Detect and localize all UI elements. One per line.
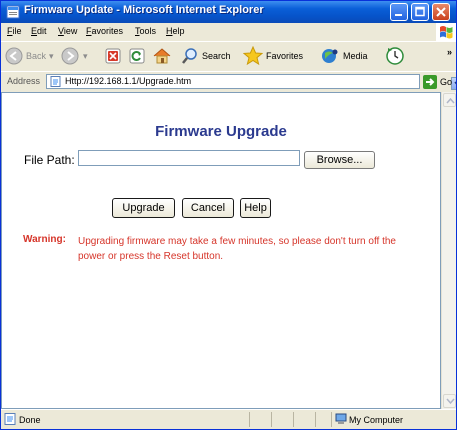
menu-edit[interactable]: Edit xyxy=(31,26,47,36)
forward-dropdown-icon[interactable]: ▾ xyxy=(83,51,88,62)
page-content: Firmware Upgrade File Path: Browse... Up… xyxy=(1,92,441,409)
menu-help[interactable]: Help xyxy=(166,26,185,36)
cancel-button[interactable]: Cancel xyxy=(182,198,234,218)
status-bar: Done My Computer xyxy=(1,409,456,429)
status-divider xyxy=(293,412,294,427)
address-value[interactable]: Http://192.168.1.1/Upgrade.htm xyxy=(65,76,191,86)
standard-toolbar: Back ▾ ▾ Search Favorites Media » xyxy=(1,41,456,71)
history-button[interactable] xyxy=(385,46,405,66)
toolbar-overflow-icon[interactable]: » xyxy=(447,47,452,57)
status-text: Done xyxy=(19,415,41,425)
history-icon xyxy=(386,47,404,65)
file-path-label: File Path: xyxy=(24,153,75,167)
media-label: Media xyxy=(343,51,368,61)
scroll-up-button[interactable] xyxy=(443,93,456,107)
media-button[interactable]: Media xyxy=(320,46,368,66)
browser-window: Firmware Update - Microsoft Internet Exp… xyxy=(0,0,457,430)
warning-text: Upgrading firmware may take a few minute… xyxy=(78,236,396,262)
home-button[interactable] xyxy=(152,46,172,66)
status-divider xyxy=(315,412,316,427)
page-done-icon xyxy=(4,413,16,425)
page-title: Firmware Upgrade xyxy=(155,123,287,140)
back-dropdown-icon[interactable]: ▾ xyxy=(49,51,54,62)
menu-file[interactable]: File xyxy=(7,26,22,36)
windows-flag-icon xyxy=(436,23,456,41)
warning-label: Warning: xyxy=(23,234,66,245)
refresh-button[interactable] xyxy=(128,46,146,66)
ie-page-icon xyxy=(6,5,20,19)
maximize-icon xyxy=(415,6,425,17)
chevron-up-icon xyxy=(446,97,455,104)
stop-icon xyxy=(105,48,121,64)
help-button[interactable]: Help xyxy=(240,198,271,218)
close-button[interactable] xyxy=(432,3,450,21)
go-label: Go xyxy=(440,77,453,87)
browse-button[interactable]: Browse... xyxy=(304,151,375,169)
menu-view[interactable]: View xyxy=(58,26,77,36)
close-icon xyxy=(436,7,446,17)
menu-tools[interactable]: Tools xyxy=(135,26,156,36)
minimize-icon xyxy=(395,14,402,16)
page-icon xyxy=(50,76,61,87)
address-label: Address xyxy=(7,76,41,86)
security-zone-text: My Computer xyxy=(349,415,404,425)
status-divider xyxy=(331,412,332,427)
maximize-button[interactable] xyxy=(411,3,429,21)
chevron-down-icon xyxy=(446,398,455,405)
refresh-icon xyxy=(129,48,145,64)
forward-arrow-icon xyxy=(61,47,79,65)
title-bar[interactable]: Firmware Update - Microsoft Internet Exp… xyxy=(1,1,456,23)
address-field[interactable]: Http://192.168.1.1/Upgrade.htm xyxy=(46,74,456,90)
status-divider xyxy=(249,412,250,427)
address-bar: Address Http://192.168.1.1/Upgrade.htm G… xyxy=(1,71,456,93)
menu-favorites[interactable]: Favorites xyxy=(86,26,123,36)
back-label: Back xyxy=(26,51,47,61)
stop-button[interactable] xyxy=(104,46,122,66)
back-button[interactable]: Back ▾ xyxy=(5,46,54,66)
star-icon xyxy=(243,46,263,66)
go-button[interactable]: Go xyxy=(422,73,456,91)
my-computer-icon xyxy=(335,413,347,424)
search-icon xyxy=(182,48,197,64)
favorites-button[interactable]: Favorites xyxy=(243,46,303,66)
vertical-scrollbar[interactable] xyxy=(441,92,456,409)
minimize-button[interactable] xyxy=(390,3,408,21)
window-title: Firmware Update - Microsoft Internet Exp… xyxy=(24,4,264,16)
scroll-down-button[interactable] xyxy=(443,394,456,408)
status-divider xyxy=(271,412,272,427)
media-icon xyxy=(322,49,338,63)
upgrade-button[interactable]: Upgrade xyxy=(112,198,175,218)
search-button[interactable]: Search xyxy=(181,46,231,66)
home-icon xyxy=(153,48,171,64)
search-label: Search xyxy=(202,51,231,61)
favorites-label: Favorites xyxy=(266,51,304,61)
back-arrow-icon xyxy=(5,47,23,65)
forward-button[interactable]: ▾ xyxy=(61,46,88,66)
file-path-input[interactable] xyxy=(78,150,300,166)
go-arrow-icon xyxy=(423,75,437,89)
menu-bar: File Edit View Favorites Tools Help xyxy=(1,23,456,41)
